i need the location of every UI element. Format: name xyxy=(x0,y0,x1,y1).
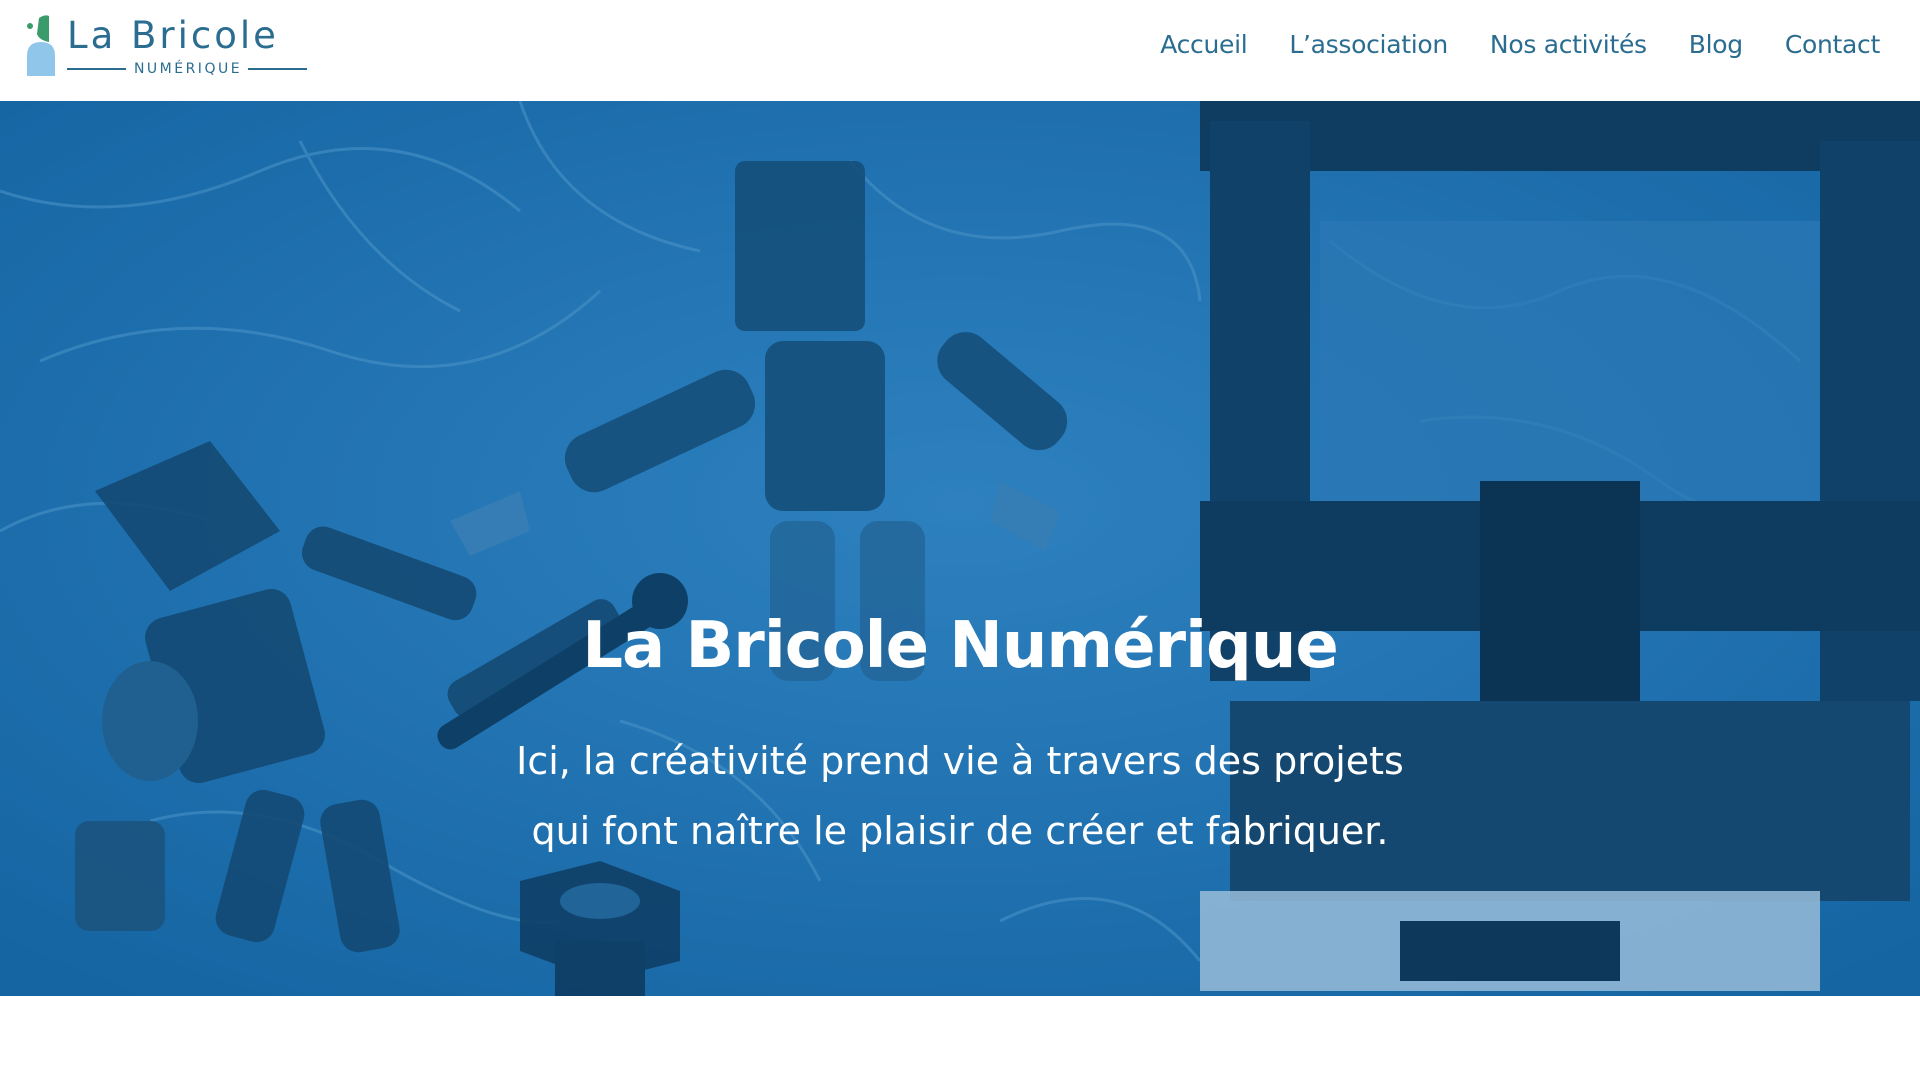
hero-banner: La Bricole Numérique Ici, la créativité … xyxy=(0,101,1920,996)
nav-link-association[interactable]: L’association xyxy=(1289,30,1448,59)
hero-tagline: Ici, la créativité prend vie à travers d… xyxy=(400,726,1520,866)
logo-rule-right xyxy=(248,68,307,70)
nav-link-accueil[interactable]: Accueil xyxy=(1160,30,1247,59)
nav-link-activites[interactable]: Nos activités xyxy=(1490,30,1647,59)
logo-rule-left xyxy=(67,68,126,70)
hero-tagline-line-1: Ici, la créativité prend vie à travers d… xyxy=(516,739,1404,783)
main-nav: Accueil L’association Nos activités Blog… xyxy=(1160,22,1880,66)
logo-subtitle-text: NUMÉRIQUE xyxy=(133,61,243,77)
hero-title: La Bricole Numérique xyxy=(582,609,1339,683)
logo-subtitle: NUMÉRIQUE xyxy=(67,61,307,77)
nav-link-blog[interactable]: Blog xyxy=(1689,30,1743,59)
site-logo[interactable]: La Bricole NUMÉRIQUE xyxy=(25,12,307,77)
site-header: La Bricole NUMÉRIQUE Accueil L’associati… xyxy=(0,0,1920,101)
logo-figure-icon xyxy=(27,15,55,76)
hero-tagline-line-2: qui font naître le plaisir de créer et f… xyxy=(531,809,1389,853)
nav-link-contact[interactable]: Contact xyxy=(1785,30,1880,59)
logo-title: La Bricole xyxy=(67,14,279,57)
